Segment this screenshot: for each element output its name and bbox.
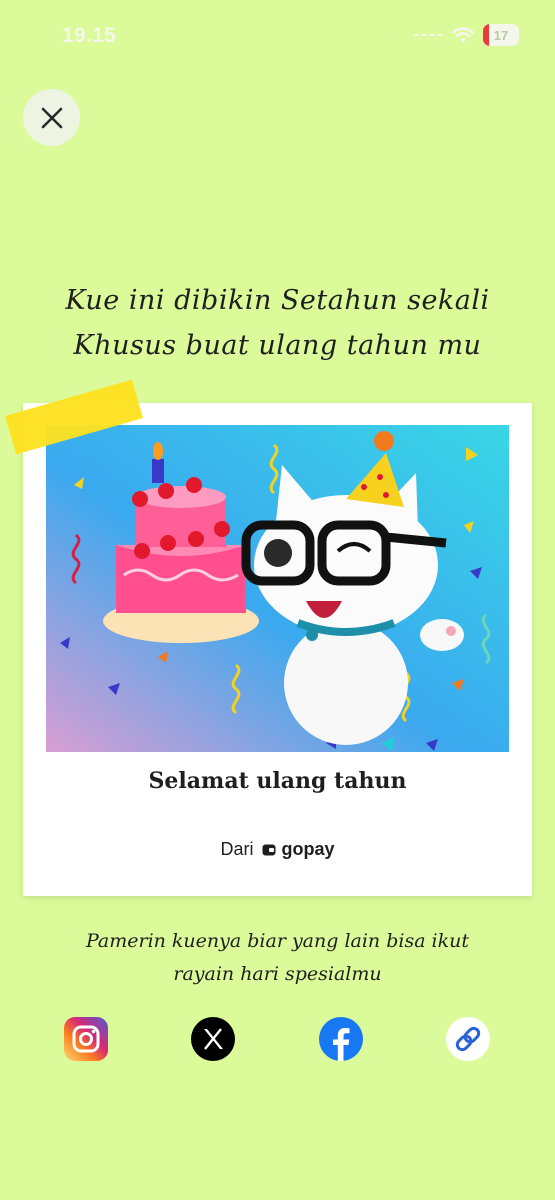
instagram-icon bbox=[64, 1017, 108, 1061]
gopay-brand: gopay bbox=[262, 839, 335, 860]
headline-line-1: Kue ini dibikin Setahun sekali bbox=[65, 285, 490, 316]
signal-icon bbox=[414, 34, 443, 36]
share-facebook-button[interactable] bbox=[318, 1016, 364, 1062]
status-icons: 17 bbox=[414, 24, 519, 46]
link-icon bbox=[446, 1017, 490, 1061]
share-caption: Pamerin kuenya biar yang lain bisa ikut … bbox=[0, 925, 555, 991]
close-icon bbox=[41, 107, 62, 128]
share-link-button[interactable] bbox=[445, 1016, 491, 1062]
recipient-name bbox=[23, 801, 532, 821]
caption-line-2: rayain hari spesialmu bbox=[173, 963, 382, 985]
card-title: Selamat ulang tahun bbox=[148, 768, 407, 794]
share-x-button[interactable] bbox=[190, 1016, 236, 1062]
close-button[interactable] bbox=[23, 89, 80, 146]
share-row bbox=[0, 1016, 555, 1064]
share-instagram-button[interactable] bbox=[63, 1016, 109, 1062]
wallet-icon bbox=[262, 844, 275, 856]
headline-line-2: Khusus buat ulang tahun mu bbox=[73, 330, 482, 361]
from-label: Dari bbox=[220, 839, 254, 859]
card-sender: Dari gopay bbox=[23, 839, 532, 860]
facebook-icon bbox=[319, 1017, 363, 1061]
wifi-icon bbox=[452, 26, 474, 43]
caption-line-1: Pamerin kuenya biar yang lain bisa ikut bbox=[85, 930, 470, 952]
status-bar: 19.15 17 bbox=[0, 0, 555, 76]
battery-icon: 17 bbox=[483, 24, 519, 46]
birthday-illustration bbox=[46, 425, 509, 752]
headline: Kue ini dibikin Setahun sekali Khusus bu… bbox=[0, 278, 555, 368]
status-time: 19.15 bbox=[62, 24, 117, 47]
battery-level: 17 bbox=[493, 27, 509, 43]
brand-name: gopay bbox=[281, 839, 335, 859]
x-icon bbox=[191, 1017, 235, 1061]
cat-cake-illustration bbox=[46, 425, 509, 752]
birthday-card: Selamat ulang tahun Dari gopay bbox=[23, 403, 532, 896]
